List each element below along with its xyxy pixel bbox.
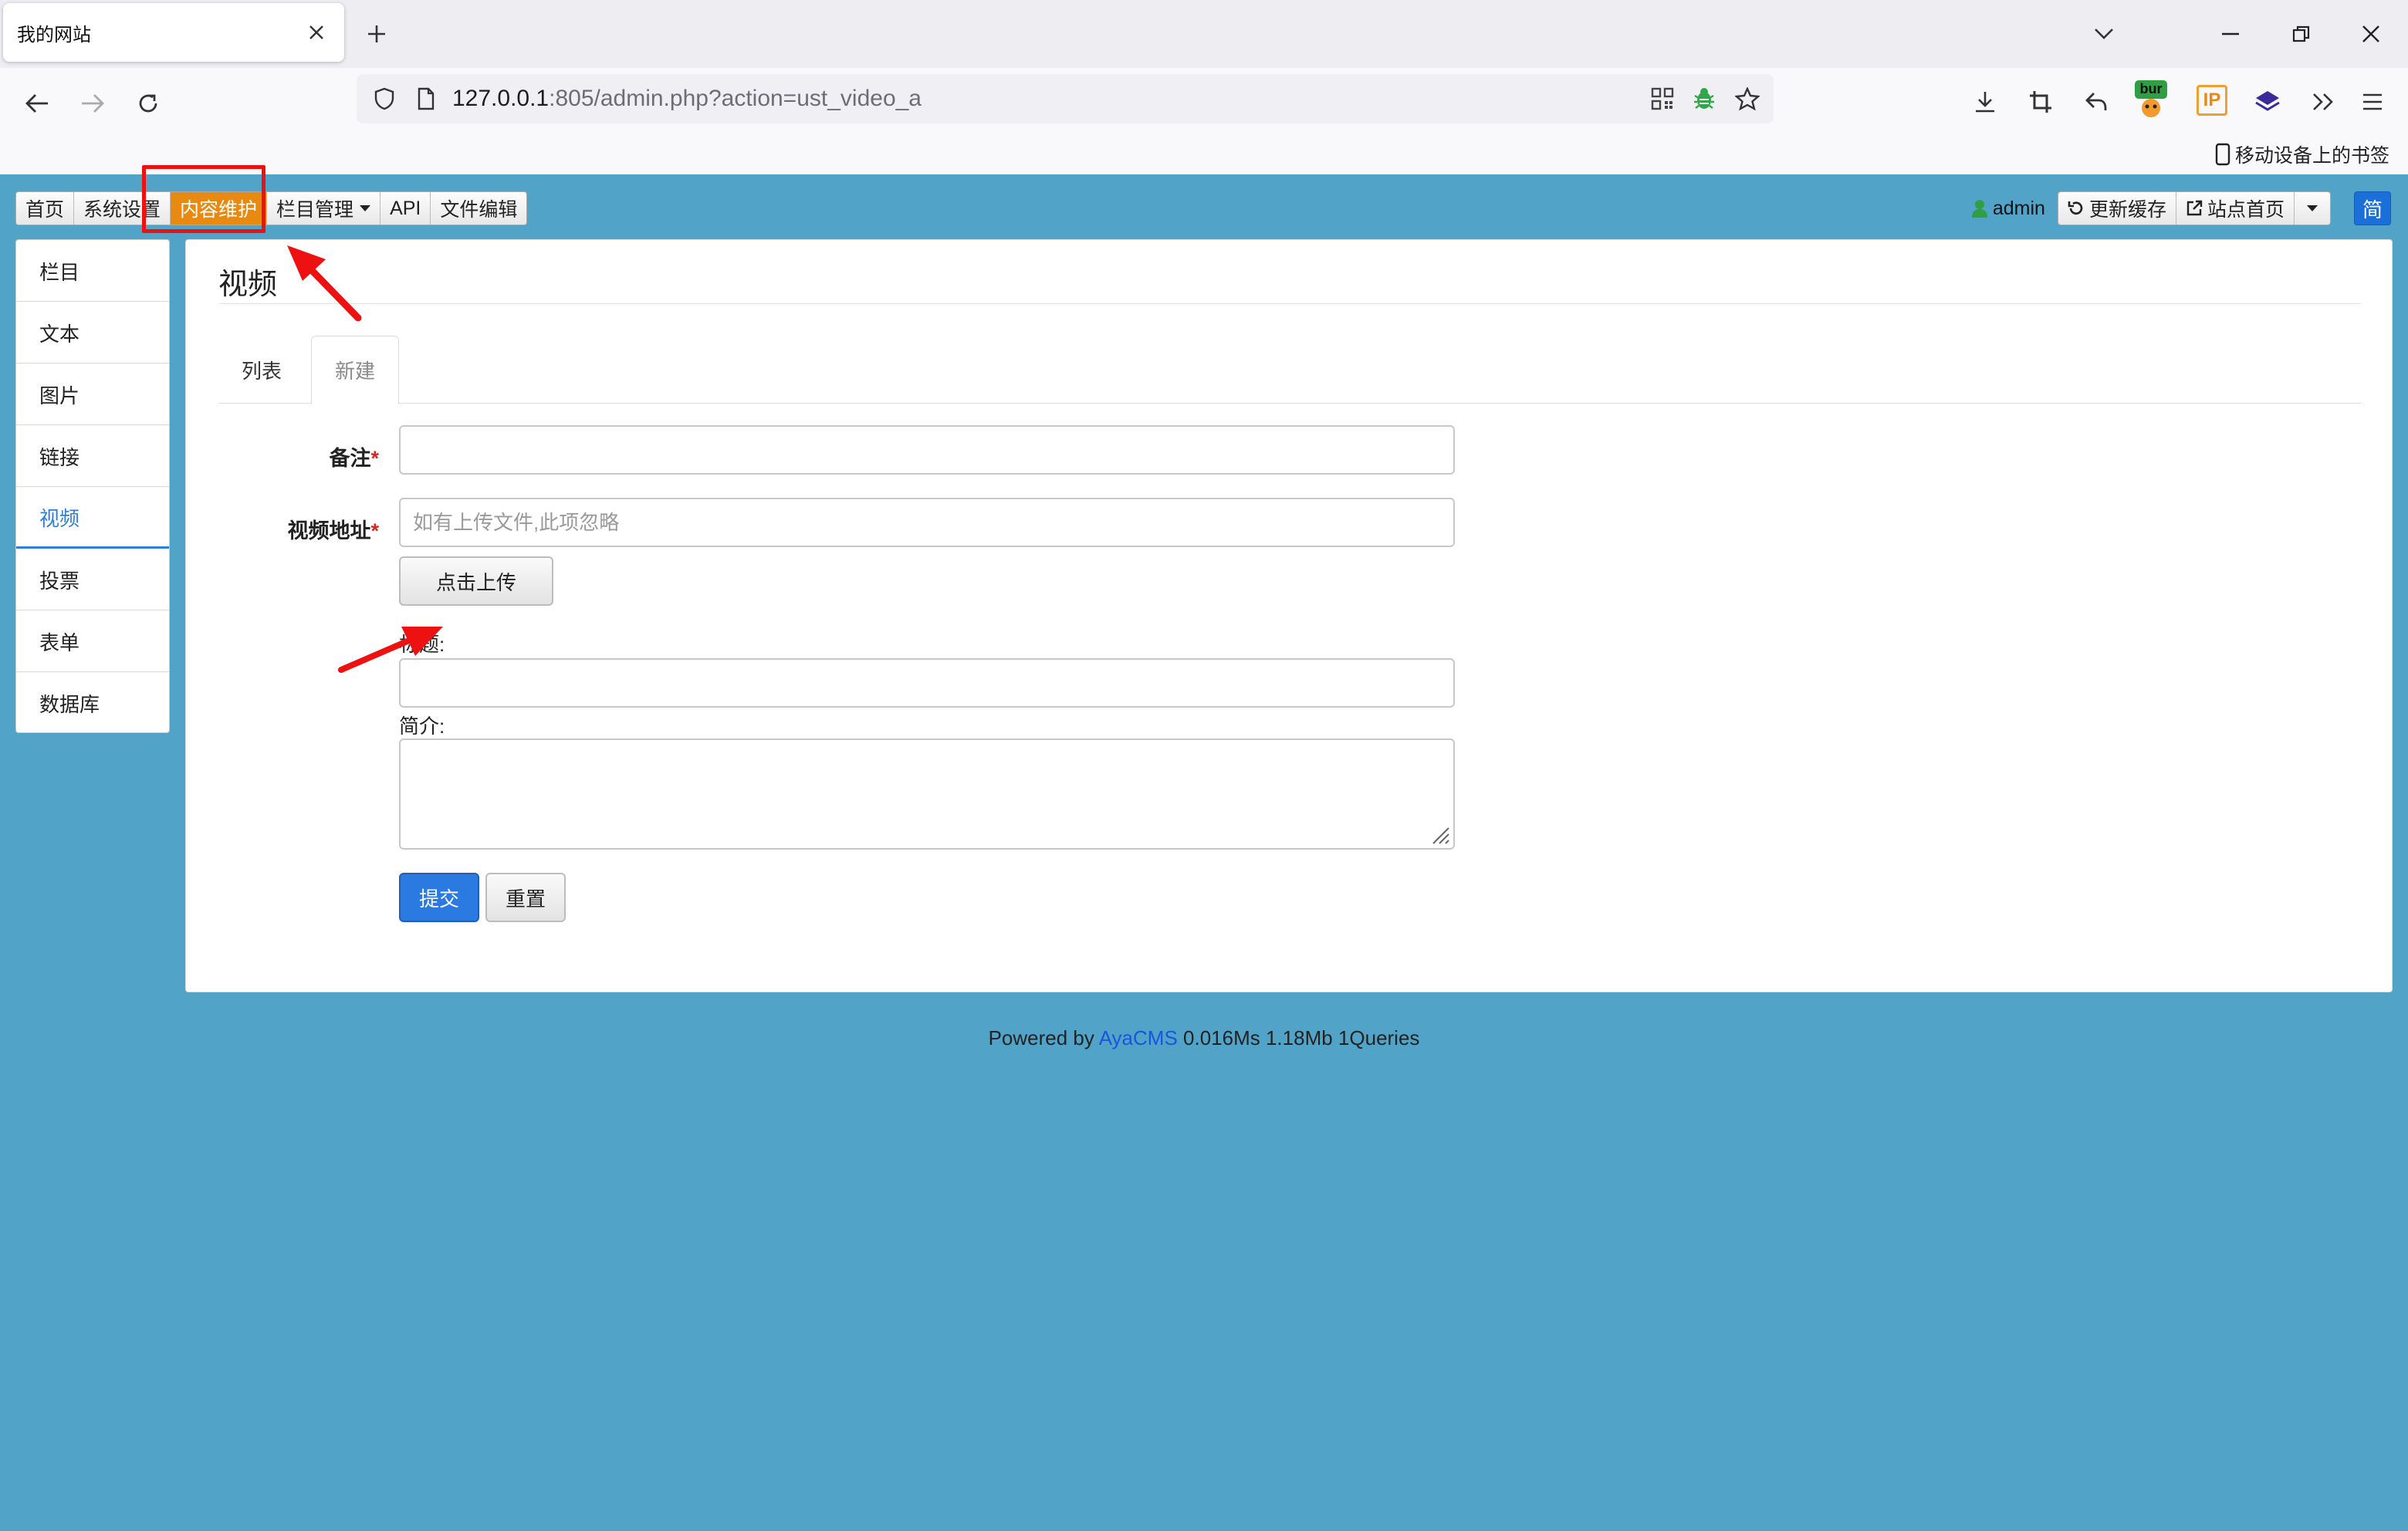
main-panel: 视频 列表 新建 备注* 视频地址* 如有上传文件,此项忽略 点击上传 标题: … [185,239,2393,992]
admin-username: admin [1992,197,2045,219]
language-button[interactable]: 简 [2354,191,2391,225]
tab-close-icon[interactable] [299,15,333,49]
resize-handle-icon[interactable] [1430,825,1450,845]
minimize-icon[interactable] [2212,17,2249,51]
sidebar-item-video[interactable]: 视频 [16,487,169,549]
more-dropdown-button[interactable] [2295,192,2330,225]
ip-extension-label: IP [2197,85,2227,116]
reload-icon[interactable] [130,85,167,122]
admin-action-group: 更新缓存 站点首页 [2057,191,2331,225]
site-home-button[interactable]: 站点首页 [2176,192,2295,225]
mobile-device-icon [2215,143,2230,166]
caret-down-icon [360,205,371,211]
title-input[interactable] [399,658,1455,708]
reset-button[interactable]: 重置 [485,873,566,922]
window-close-icon[interactable] [2352,17,2389,51]
url-bar[interactable]: 127.0.0.1:805/admin.php?action=ust_video… [357,74,1774,123]
footer-ayacms-link[interactable]: AyaCMS [1099,1026,1178,1049]
new-tab-icon[interactable] [360,17,394,51]
download-icon[interactable] [1967,83,2004,120]
browser-tab[interactable]: 我的网站 [3,3,344,62]
back-arrow-icon[interactable] [19,85,56,122]
intro-label: 简介: [399,715,445,738]
nav-file-edit[interactable]: 文件编辑 [431,192,527,225]
browser-toolbar: 127.0.0.1:805/admin.php?action=ust_video… [0,68,2408,137]
video-url-label: 视频地址* [186,507,379,555]
required-mark: * [370,447,379,470]
ip-extension-icon[interactable]: IP [2193,82,2230,119]
footer-prefix: Powered by [988,1026,1094,1049]
highlight-box [142,165,265,233]
sidebar-item-vote[interactable]: 投票 [16,549,169,610]
burp-extension-icon[interactable]: bur [2133,79,2169,119]
red-arrow-icon [338,627,443,673]
qr-code-icon[interactable] [1647,83,1678,114]
video-url-input[interactable]: 如有上传文件,此项忽略 [399,498,1455,547]
refresh-icon [2068,201,2083,215]
restore-icon[interactable] [2283,17,2320,51]
undo-icon[interactable] [2078,83,2115,120]
tab-list[interactable]: 列表 [218,336,305,404]
footer-stats: 0.016Ms 1.18Mb 1Queries [1183,1026,1420,1049]
admin-nav-right: admin 更新缓存 站点首页 [1971,191,2331,225]
title-divider [218,303,2361,304]
burp-extension-label: bur [2139,81,2163,96]
bookmarks-bar: 移动设备上的书签 [0,137,2408,174]
nav-column-management-label: 栏目管理 [276,199,354,221]
required-mark: * [370,519,379,542]
nav-home[interactable]: 首页 [16,192,75,225]
crop-icon[interactable] [2022,83,2059,120]
tab-list-chevron-down-icon[interactable] [2087,17,2121,51]
remark-input[interactable] [399,425,1455,475]
page-title: 视频 [218,269,278,301]
admin-top-nav: 首页 系统设置 内容维护 栏目管理 API 文件编辑 [15,191,528,225]
external-link-icon [2186,200,2203,216]
refresh-cache-button[interactable]: 更新缓存 [2058,192,2176,225]
hamburger-menu-icon[interactable] [2354,83,2391,120]
red-arrow-icon [287,245,362,322]
mobile-bookmarks-label: 移动设备上的书签 [2234,145,2389,167]
remark-label: 备注* [186,434,379,482]
sidebar-item-text[interactable]: 文本 [16,302,169,363]
tab-new[interactable]: 新建 [311,336,400,404]
shield-icon[interactable] [367,82,401,116]
browser-tab-title: 我的网站 [17,24,91,46]
intro-textarea[interactable] [399,738,1455,850]
admin-user[interactable]: admin [1971,198,2045,220]
content-tabs: 列表 新建 [218,336,2361,404]
footer: Powered by AyaCMS 0.016Ms 1.18Mb 1Querie… [0,1026,2408,1050]
nav-column-management[interactable]: 栏目管理 [267,192,381,225]
caret-down-icon [2307,205,2318,211]
overflow-chevrons-icon[interactable] [2305,83,2342,120]
forward-arrow-icon[interactable] [74,85,111,122]
upload-button[interactable]: 点击上传 [399,556,553,606]
sidebar-item-columns[interactable]: 栏目 [16,240,169,302]
video-url-placeholder: 如有上传文件,此项忽略 [413,511,620,534]
site-home-label: 站点首页 [2207,199,2285,221]
user-icon [1971,200,1987,218]
remark-label-text: 备注 [329,447,371,470]
nav-api[interactable]: API [380,192,431,225]
url-host: 127.0.0.1 [452,86,550,111]
star-bookmark-icon[interactable] [1732,83,1763,114]
page-icon[interactable] [409,82,443,116]
sidebar-item-database[interactable]: 数据库 [16,672,169,732]
submit-button[interactable]: 提交 [399,873,479,922]
sidebar-item-links[interactable]: 链接 [16,425,169,487]
layers-extension-icon[interactable] [2249,83,2286,120]
video-url-label-text: 视频地址 [287,519,371,542]
sidebar-item-forms[interactable]: 表单 [16,610,169,672]
mobile-bookmarks[interactable]: 移动设备上的书签 [2215,137,2389,171]
url-path: :805/admin.php?action=ust_video_a [549,86,922,111]
refresh-cache-label: 更新缓存 [2088,199,2166,221]
bug-icon[interactable] [1689,83,1720,114]
sidebar: 栏目 文本 图片 链接 视频 投票 表单 数据库 [15,239,170,733]
url-text[interactable]: 127.0.0.1:805/admin.php?action=ust_video… [452,74,922,123]
browser-tabstrip: 我的网站 [0,0,2408,68]
sidebar-item-images[interactable]: 图片 [16,363,169,425]
